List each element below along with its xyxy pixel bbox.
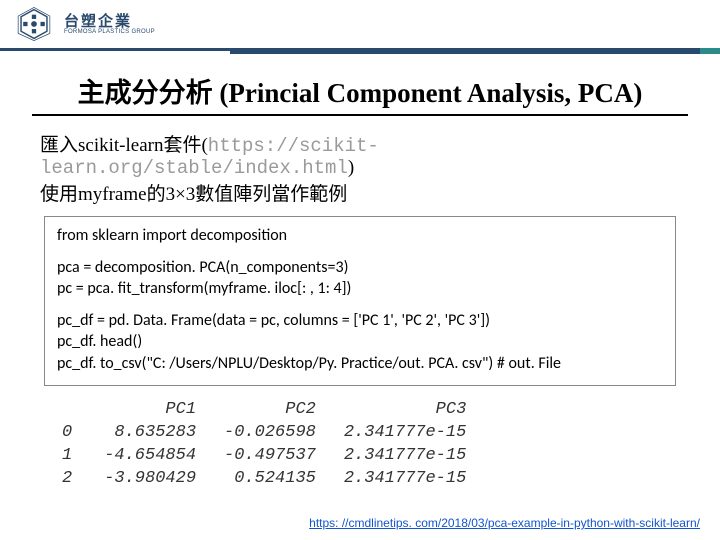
header-bar: 台塑企業 FORMOSA PLASTICS GROUP	[0, 0, 720, 51]
logo-text-en: FORMOSA PLASTICS GROUP	[64, 29, 155, 35]
cell: 8.635283	[90, 421, 210, 444]
table-header-row: PC1 PC2 PC3	[48, 398, 480, 421]
row-index: 2	[48, 467, 90, 490]
row-index: 0	[48, 421, 90, 444]
cell: -0.026598	[210, 421, 330, 444]
col-header: PC1	[90, 398, 210, 421]
cell: 2.341777e-15	[330, 444, 480, 467]
accent-strip	[230, 48, 720, 54]
intro-prefix: 匯入scikit-learn套件(	[40, 135, 208, 156]
table-row: 0 8.635283 -0.026598 2.341777e-15	[48, 421, 480, 444]
cell: -3.980429	[90, 467, 210, 490]
code-line: pca = decomposition. PCA(n_components=3)	[57, 257, 663, 279]
intro-block: 匯入scikit-learn套件(https://scikit-learn.or…	[40, 130, 680, 206]
code-line: pc_df. to_csv("C: /Users/NPLU/Desktop/Py…	[57, 353, 663, 375]
code-line: pc_df = pd. Data. Frame(data = pc, colum…	[57, 310, 663, 332]
col-header: PC2	[210, 398, 330, 421]
code-line: from sklearn import decomposition	[57, 225, 663, 247]
table-row: 2 -3.980429 0.524135 2.341777e-15	[48, 467, 480, 490]
cell: 0.524135	[210, 467, 330, 490]
col-header: PC3	[330, 398, 480, 421]
page-title: 主成分分析 (Princial Component Analysis, PCA)	[30, 71, 690, 110]
cell: -0.497537	[210, 444, 330, 467]
output-table: PC1 PC2 PC3 0 8.635283 -0.026598 2.34177…	[48, 398, 672, 490]
cell: -4.654854	[90, 444, 210, 467]
footer-source-link[interactable]: https: //cmdlinetips. com/2018/03/pca-ex…	[309, 516, 700, 530]
logo: 台塑企業 FORMOSA PLASTICS GROUP	[12, 6, 155, 42]
intro-line-1: 匯入scikit-learn套件(https://scikit-learn.or…	[40, 130, 680, 179]
row-index: 1	[48, 444, 90, 467]
code-line: pc = pca. fit_transform(myframe. iloc[: …	[57, 278, 663, 300]
title-underline	[32, 114, 688, 116]
intro-line-2: 使用myframe的3×3數值陣列當作範例	[40, 179, 680, 206]
code-line: pc_df. head()	[57, 331, 663, 353]
cell: 2.341777e-15	[330, 421, 480, 444]
table-row: 1 -4.654854 -0.497537 2.341777e-15	[48, 444, 480, 467]
logo-text-cn: 台塑企業	[64, 14, 155, 29]
cell: 2.341777e-15	[330, 467, 480, 490]
logo-icon	[12, 6, 56, 42]
intro-suffix: )	[348, 157, 354, 178]
code-box: from sklearn import decomposition pca = …	[44, 216, 676, 386]
